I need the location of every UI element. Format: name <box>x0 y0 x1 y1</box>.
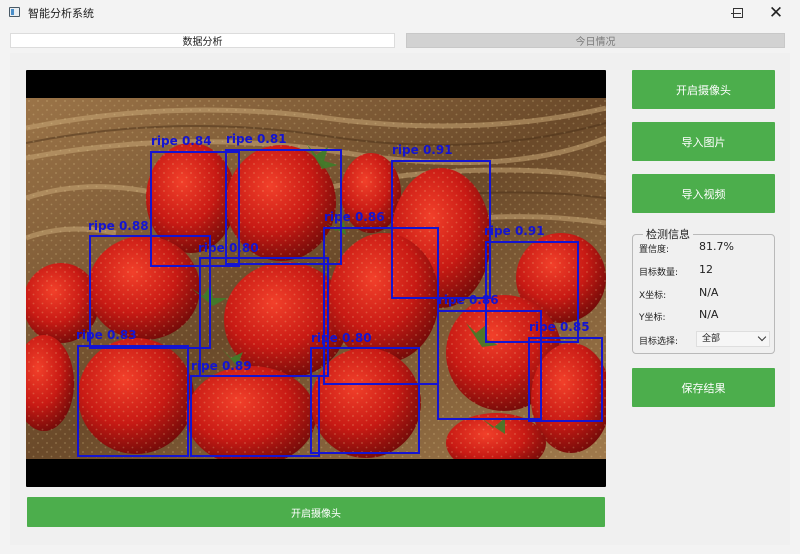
confidence-label: 置信度: <box>639 245 670 255</box>
x-coordinate-value: N/A <box>699 286 719 299</box>
confidence-value: 81.7% <box>699 240 734 253</box>
y-coordinate-label: Y坐标: <box>639 313 666 323</box>
close-button[interactable]: ✕ <box>756 0 796 26</box>
detection-overlay: ripe 0.84 ripe 0.81 ripe 0.91 ripe 0.88 ripe… <box>26 98 606 459</box>
detection-label: ripe 0.89 <box>191 359 252 373</box>
window-title: 智能分析系统 <box>28 7 94 20</box>
x-coordinate-label: X坐标: <box>639 291 667 301</box>
bottom-open-camera-button[interactable]: 开启摄像头 <box>27 497 605 527</box>
target-select-label: 目标选择: <box>639 337 679 347</box>
detection-label: ripe 0.83 <box>76 328 137 342</box>
detection-label: ripe 0.80 <box>311 331 372 345</box>
open-camera-button[interactable]: 开启摄像头 <box>632 70 775 109</box>
app-icon <box>9 7 20 17</box>
detection-label: ripe 0.88 <box>88 219 149 233</box>
detection-label: ripe 0.84 <box>151 134 212 148</box>
video-display: ripe 0.84 ripe 0.81 ripe 0.91 ripe 0.88 ripe… <box>26 70 606 487</box>
save-result-button[interactable]: 保存结果 <box>632 368 775 407</box>
chevron-down-icon <box>757 332 767 342</box>
tab-today-status[interactable]: 今日情况 <box>406 33 785 48</box>
detection-label: ripe 0.80 <box>198 241 259 255</box>
import-video-button[interactable]: 导入视频 <box>632 174 775 213</box>
detection-label: ripe 0.91 <box>484 224 545 238</box>
y-coordinate-value: N/A <box>699 308 719 321</box>
detection-label: ripe 0.85 <box>529 320 590 334</box>
detection-label: ripe 0.91 <box>392 143 453 157</box>
tab-data-analysis[interactable]: 数据分析 <box>10 33 395 48</box>
title-bar: 智能分析系统 ✕ <box>0 0 800 26</box>
detection-label: ripe 0.86 <box>324 210 385 224</box>
detection-info-title: 检测信息 <box>643 226 693 242</box>
maximize-button[interactable] <box>718 0 758 26</box>
detection-label: ripe 0.81 <box>226 132 287 146</box>
import-image-button[interactable]: 导入图片 <box>632 122 775 161</box>
target-select-dropdown[interactable]: 全部 <box>696 331 770 347</box>
target-count-value: 12 <box>699 263 713 276</box>
target-select-value: 全部 <box>702 334 721 344</box>
target-count-label: 目标数量: <box>639 268 679 278</box>
detection-label: ripe 0.86 <box>438 293 499 307</box>
strawberry-image: ripe 0.84 ripe 0.81 ripe 0.91 ripe 0.88 ripe… <box>26 98 606 459</box>
app-window: 智能分析系统 ✕ 数据分析 今日情况 ripe 0.84 ripe 0.81 r… <box>0 0 800 554</box>
